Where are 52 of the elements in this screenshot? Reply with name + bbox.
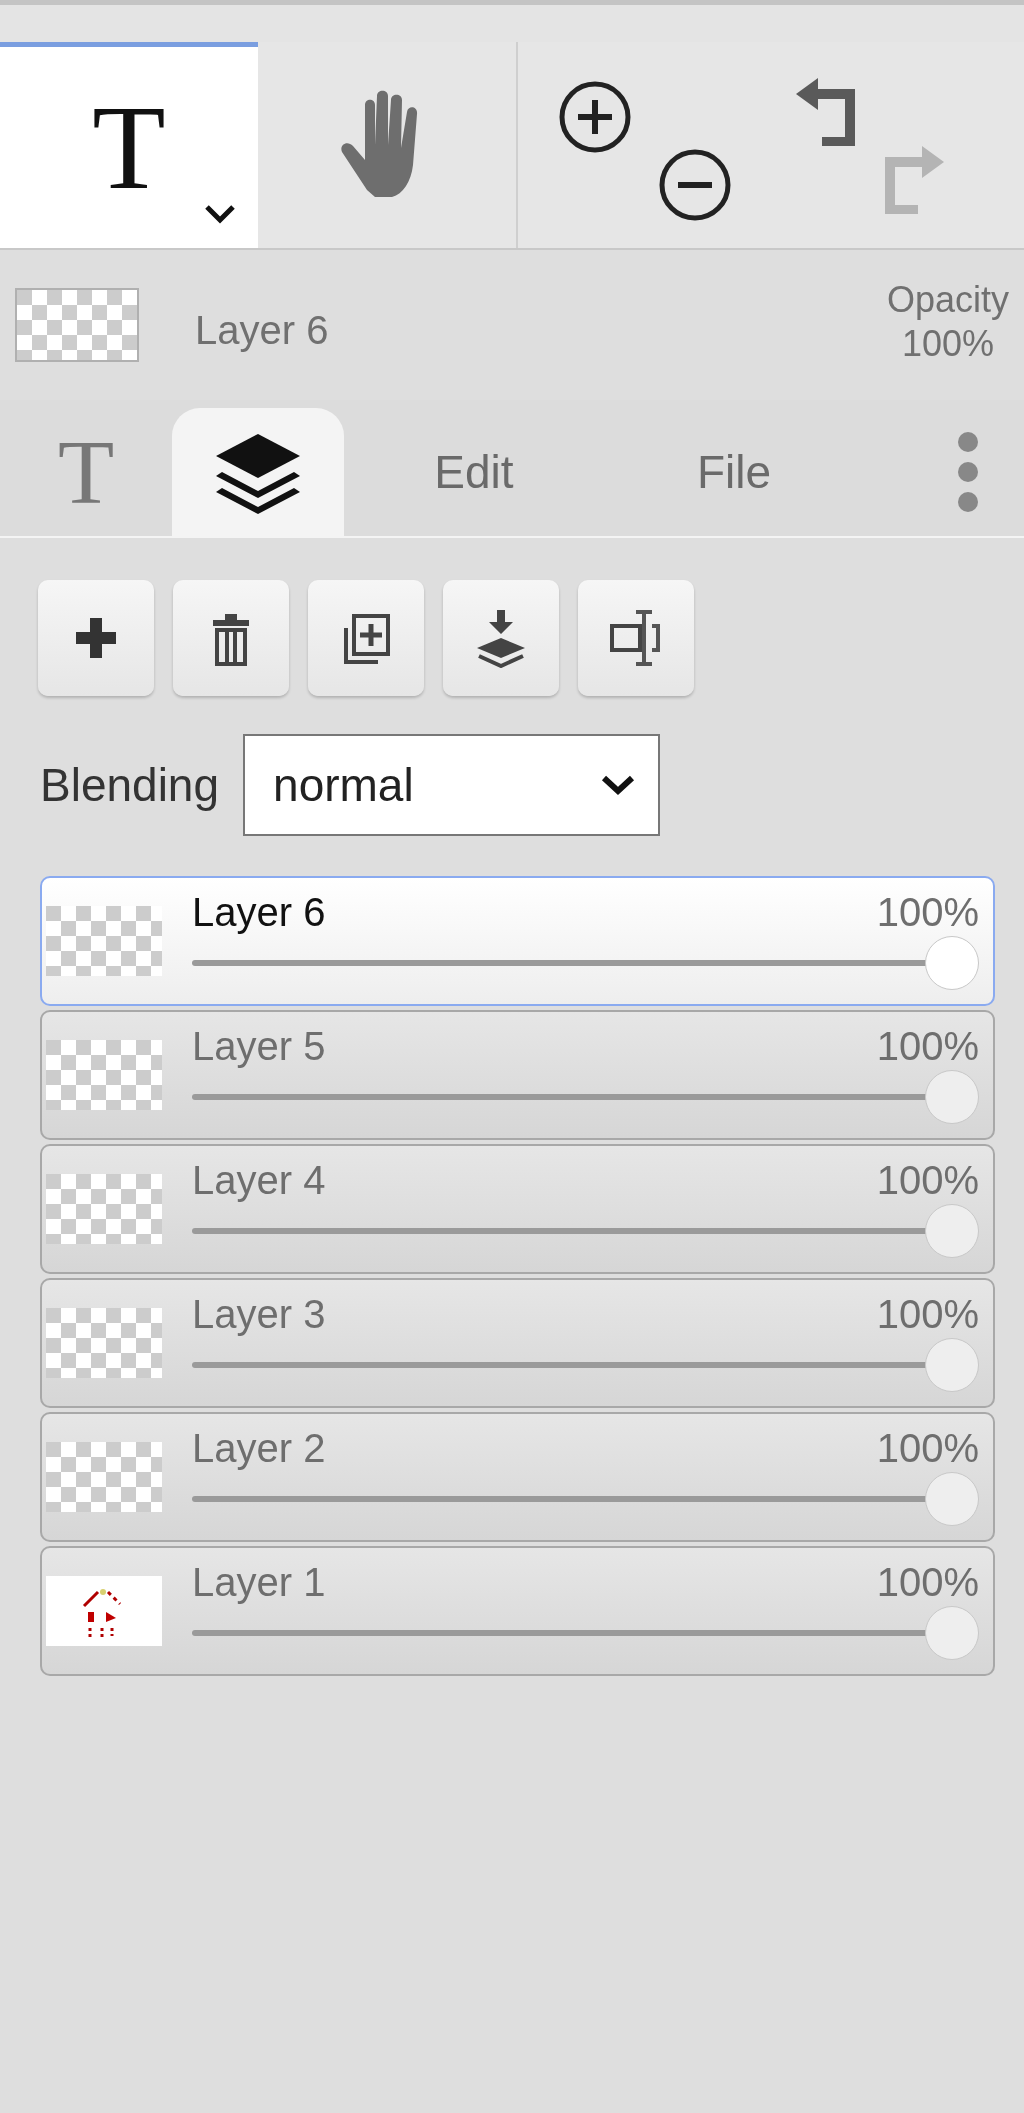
layer-name: Layer 6 (192, 889, 326, 936)
layer-name: Layer 2 (192, 1425, 326, 1472)
layer-row[interactable]: Layer 6 100% (40, 876, 995, 1006)
slider-thumb[interactable] (925, 1606, 979, 1660)
layer-name: Layer 5 (192, 1023, 326, 1070)
slider-thumb[interactable] (925, 1472, 979, 1526)
menu-tab[interactable]: File (604, 408, 864, 536)
slider-thumb[interactable] (925, 1070, 979, 1124)
add-layer-button[interactable] (38, 580, 154, 696)
merge-layer-button[interactable] (443, 580, 559, 696)
rename-layer-button[interactable] (578, 580, 694, 696)
layer-opacity: 100% (876, 1559, 979, 1606)
menu-tab[interactable]: Edit (344, 408, 604, 536)
chevron-down-icon (600, 774, 637, 796)
layer-name: Layer 1 (192, 1559, 326, 1606)
opacity-value: 100% (901, 322, 994, 366)
layer-opacity: 100% (876, 1023, 979, 1070)
layer-opacity: 100% (876, 1291, 979, 1338)
layer-row[interactable]: Layer 4 100% (40, 1144, 995, 1274)
text-tool-button[interactable]: T (0, 42, 258, 248)
more-icon (956, 430, 980, 514)
opacity-label: Opacity (886, 278, 1009, 322)
zoom-in-button[interactable] (558, 80, 632, 154)
opacity-slider[interactable] (192, 1606, 979, 1660)
opacity-slider[interactable] (192, 936, 979, 990)
opacity-slider[interactable] (192, 1204, 979, 1258)
blending-label: Blending (40, 757, 220, 813)
text-tab[interactable]: T (0, 408, 172, 536)
layer-opacity: 100% (876, 1425, 979, 1472)
slider-thumb[interactable] (925, 1204, 979, 1258)
layer-name: Layer 3 (192, 1291, 326, 1338)
opacity-slider[interactable] (192, 1472, 979, 1526)
blending-dropdown[interactable]: normal (243, 734, 661, 836)
slider-thumb[interactable] (925, 936, 979, 990)
opacity-slider[interactable] (192, 1070, 979, 1124)
layer-row[interactable]: Layer 5 100% (40, 1010, 995, 1140)
duplicate-layer-button[interactable] (308, 580, 424, 696)
zoom-in-icon (558, 80, 632, 154)
layer-opacity: 100% (876, 1157, 979, 1204)
caret-icon (204, 204, 236, 224)
layers-tab[interactable] (172, 408, 344, 536)
layer-row[interactable]: Layer 2 100% (40, 1412, 995, 1542)
slider-thumb[interactable] (925, 1338, 979, 1392)
layer-opacity: 100% (876, 889, 979, 936)
layer-row[interactable]: Layer 3 100% (40, 1278, 995, 1408)
opacity-slider[interactable] (192, 1338, 979, 1392)
delete-layer-button[interactable] (173, 580, 289, 696)
layer-name: Layer 6 (195, 307, 329, 354)
layer-name: Layer 4 (192, 1157, 326, 1204)
zoom-out-button[interactable] (658, 148, 732, 222)
layer-row[interactable]: Layer 1 100% (40, 1546, 995, 1676)
zoom-out-icon (658, 148, 732, 222)
